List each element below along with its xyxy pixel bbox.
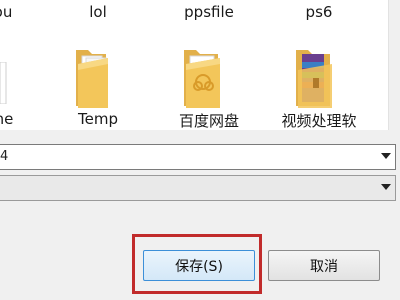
cancel-button[interactable]: 取消 <box>268 250 380 281</box>
vertical-scrollbar[interactable] <box>388 0 400 130</box>
file-item-label[interactable]: he <box>0 110 13 128</box>
file-list-pane[interactable]: ou lol ppsfile ps6 <box>0 0 388 130</box>
file-item-label[interactable]: ou <box>0 3 12 21</box>
folder-icon[interactable] <box>72 44 116 114</box>
file-item-label[interactable]: ppsfile <box>184 3 234 21</box>
chevron-down-icon[interactable] <box>381 184 391 190</box>
file-item-label[interactable]: ps6 <box>306 3 333 21</box>
file-icon[interactable] <box>0 61 8 108</box>
baidu-netdisk-folder-icon[interactable] <box>180 44 228 114</box>
highlight-box <box>132 234 262 294</box>
file-item-label[interactable]: Temp <box>78 110 118 128</box>
filename-value: 4 <box>0 149 9 164</box>
file-item-label[interactable]: 百度网盘 <box>179 110 239 130</box>
file-item-label[interactable]: lol <box>89 3 107 21</box>
archive-folder-icon[interactable] <box>292 44 340 114</box>
filename-field[interactable]: 4 <box>0 144 396 170</box>
file-item-label[interactable]: 视频处理软 <box>281 110 356 130</box>
filetype-select[interactable] <box>0 175 396 201</box>
chevron-down-icon[interactable] <box>381 153 391 159</box>
